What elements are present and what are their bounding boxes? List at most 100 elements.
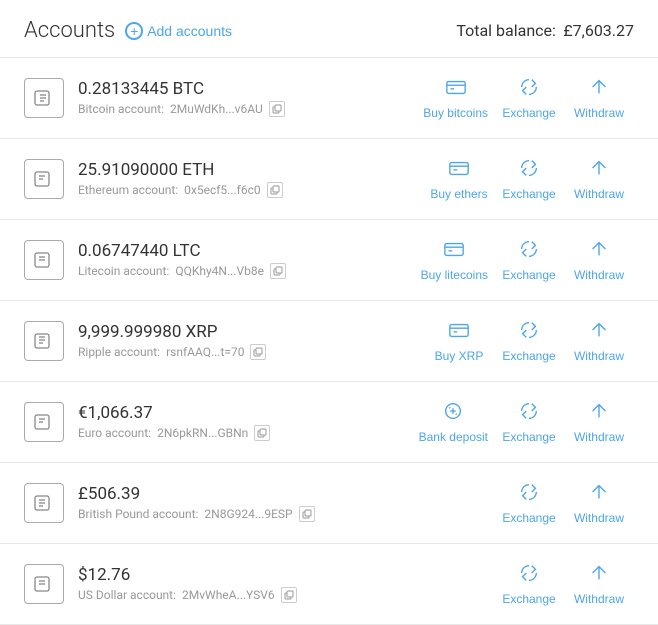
copy-address-button-gbp[interactable] [299, 506, 315, 522]
withdraw-label-ltc: Withdraw [574, 268, 624, 282]
account-row: 9,999.999980 XRP Ripple account: rsnfAAQ..… [0, 301, 658, 382]
account-address-xrp: rsnfAAQ...t=70 [166, 345, 244, 359]
exchange-icon-gbp [518, 481, 540, 507]
account-info-eur: €1,066.37 Euro account: 2N6pkRN...GBNn [78, 403, 413, 441]
account-row: 0.06747440 LTCLitecoin account:QQKhy4N..… [0, 220, 658, 301]
exchange-icon-ltc [518, 238, 540, 264]
account-info-ltc: 0.06747440 LTCLitecoin account:QQKhy4N..… [78, 241, 415, 279]
total-balance-label: Total balance: [456, 21, 556, 40]
copy-address-button-xrp[interactable] [250, 344, 266, 360]
account-actions-eur: Bank depositExchange Withdraw [413, 396, 634, 448]
account-info-gbp: £506.39British Pound account:2N8G924...9… [78, 484, 494, 522]
withdraw-button-eth[interactable]: Withdraw [564, 153, 634, 205]
exchange-button-usd[interactable]: Exchange [494, 558, 564, 610]
account-type-btc: Bitcoin account: [78, 102, 164, 116]
buy-button-eth[interactable]: Buy ethers [424, 153, 494, 205]
account-sub-eur: Euro account: 2N6pkRN...GBNn [78, 425, 413, 441]
exchange-label-ltc: Exchange [502, 268, 555, 282]
account-actions-usd: Exchange Withdraw [494, 558, 634, 610]
exchange-label-usd: Exchange [502, 592, 555, 606]
copy-address-button-usd[interactable] [281, 587, 297, 603]
exchange-icon-usd [518, 562, 540, 588]
copy-address-button-btc[interactable] [269, 101, 285, 117]
buy-icon-xrp [448, 319, 470, 345]
account-icon-xrp [24, 321, 64, 361]
exchange-button-gbp[interactable]: Exchange [494, 477, 564, 529]
account-info-btc: 0.28133445 BTC Bitcoin account: 2MuWdKh...… [78, 79, 417, 117]
account-type-eur: Euro account: [78, 426, 151, 440]
account-actions-ltc: Buy litecoins Exchange Withdraw [415, 234, 634, 286]
exchange-button-btc[interactable]: Exchange [494, 72, 564, 124]
account-amount-usd: $12.76 [78, 565, 494, 585]
withdraw-icon-xrp [588, 319, 610, 345]
account-address-gbp: 2N8G924...9ESP [204, 507, 292, 521]
account-type-usd: US Dollar account: [78, 588, 176, 602]
account-amount-eth: 25.91090000 ETH [78, 160, 424, 180]
exchange-label-eth: Exchange [502, 187, 555, 201]
withdraw-button-eur[interactable]: Withdraw [564, 396, 634, 448]
exchange-icon-eth [518, 157, 540, 183]
account-amount-ltc: 0.06747440 LTC [78, 241, 415, 261]
total-balance: Total balance: £7,603.27 [452, 21, 634, 40]
buy-label-xrp: Buy XRP [435, 349, 484, 363]
account-amount-eur: €1,066.37 [78, 403, 413, 423]
buy-button-btc[interactable]: Buy bitcoins [417, 72, 494, 124]
copy-address-button-eth[interactable] [267, 182, 283, 198]
account-actions-btc: Buy bitcoins ExchangeWithdraw [417, 72, 634, 124]
account-type-ltc: Litecoin account: [78, 264, 169, 278]
withdraw-button-ltc[interactable]: Withdraw [564, 234, 634, 286]
buy-icon-ltc [443, 238, 465, 264]
account-amount-gbp: £506.39 [78, 484, 494, 504]
account-icon-gbp [24, 483, 64, 523]
account-amount-xrp: 9,999.999980 XRP [78, 322, 424, 342]
withdraw-icon-eur [588, 400, 610, 426]
account-row: 0.28133445 BTC Bitcoin account: 2MuWdKh...… [0, 58, 658, 139]
account-sub-btc: Bitcoin account: 2MuWdKh...v6AU [78, 101, 417, 117]
buy-label-btc: Buy bitcoins [423, 106, 488, 120]
add-accounts-label: Add accounts [147, 23, 232, 39]
account-icon-usd [24, 564, 64, 604]
withdraw-button-usd[interactable]: Withdraw [564, 558, 634, 610]
account-address-eur: 2N6pkRN...GBNn [157, 426, 248, 440]
exchange-button-eur[interactable]: Exchange [494, 396, 564, 448]
withdraw-label-usd: Withdraw [574, 592, 624, 606]
account-address-btc: 2MuWdKh...v6AU [170, 102, 263, 116]
account-amount-btc: 0.28133445 BTC [78, 79, 417, 99]
buy-label-eth: Buy ethers [430, 187, 487, 201]
withdraw-icon-gbp [588, 481, 610, 507]
total-balance-value: £7,603.27 [563, 21, 634, 40]
withdraw-icon-eth [588, 157, 610, 183]
exchange-button-eth[interactable]: Exchange [494, 153, 564, 205]
withdraw-button-gbp[interactable]: Withdraw [564, 477, 634, 529]
withdraw-label-eur: Withdraw [574, 430, 624, 444]
account-actions-gbp: Exchange Withdraw [494, 477, 634, 529]
buy-icon-eth [448, 157, 470, 183]
withdraw-button-btc[interactable]: Withdraw [564, 72, 634, 124]
buy-button-ltc[interactable]: Buy litecoins [415, 234, 494, 286]
withdraw-label-xrp: Withdraw [574, 349, 624, 363]
account-type-xrp: Ripple account: [78, 345, 160, 359]
account-type-eth: Ethereum account: [78, 183, 178, 197]
withdraw-label-gbp: Withdraw [574, 511, 624, 525]
account-sub-xrp: Ripple account: rsnfAAQ...t=70 [78, 344, 424, 360]
account-address-eth: 0x5ecf5...f6c0 [184, 183, 260, 197]
account-info-eth: 25.91090000 ETH Ethereum account: 0x5ecf5.… [78, 160, 424, 198]
withdraw-button-xrp[interactable]: Withdraw [564, 315, 634, 367]
header-left: Accounts + Add accounts [24, 18, 232, 43]
copy-address-button-ltc[interactable] [270, 263, 286, 279]
withdraw-icon-usd [588, 562, 610, 588]
copy-address-button-eur[interactable] [254, 425, 270, 441]
exchange-button-ltc[interactable]: Exchange [494, 234, 564, 286]
exchange-icon-btc [518, 76, 540, 102]
exchange-button-xrp[interactable]: Exchange [494, 315, 564, 367]
plus-circle-icon: + [125, 22, 143, 40]
accounts-list: 0.28133445 BTC Bitcoin account: 2MuWdKh...… [0, 58, 658, 625]
buy-button-eur[interactable]: Bank deposit [413, 396, 494, 448]
account-icon-eth [24, 159, 64, 199]
account-sub-usd: US Dollar account:2MvWheA...YSV6 [78, 587, 494, 603]
account-actions-xrp: Buy XRP Exchange Withdraw [424, 315, 634, 367]
buy-button-xrp[interactable]: Buy XRP [424, 315, 494, 367]
add-accounts-button[interactable]: + Add accounts [125, 22, 232, 40]
page-title: Accounts [24, 18, 115, 43]
account-sub-eth: Ethereum account: 0x5ecf5...f6c0 [78, 182, 424, 198]
